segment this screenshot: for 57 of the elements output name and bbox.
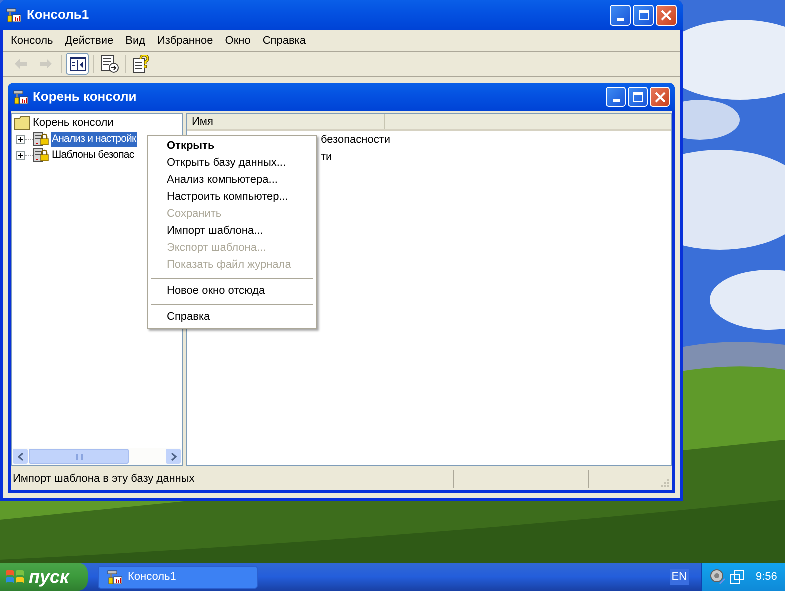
menu-item[interactable]: Действие	[59, 32, 120, 50]
back-arrow-icon	[14, 58, 28, 70]
expand-toggle[interactable]	[16, 134, 25, 144]
console-root-icon	[13, 89, 29, 105]
close-icon	[654, 92, 666, 102]
resize-grip-icon[interactable]	[660, 478, 670, 488]
server-lock-icon	[33, 147, 49, 163]
window-title: Консоль1	[27, 6, 90, 24]
network-icon[interactable]	[729, 569, 745, 585]
context-menu-item[interactable]: Справка	[151, 309, 313, 326]
scroll-right-button[interactable]	[166, 449, 181, 464]
folder-icon	[14, 116, 30, 130]
console-app-icon	[6, 7, 22, 23]
language-indicator[interactable]: EN	[670, 568, 689, 586]
menu-item[interactable]: Справка	[256, 32, 312, 50]
menu-item[interactable]: Консоль	[5, 32, 60, 50]
forward-arrow-icon	[38, 58, 52, 70]
list-export-icon	[100, 55, 118, 73]
list-item[interactable]: безопасности	[321, 132, 671, 149]
maximize-button[interactable]	[628, 87, 648, 107]
chevron-right-icon	[170, 452, 176, 460]
toolbar-button[interactable]	[66, 53, 89, 75]
close-button[interactable]	[650, 87, 670, 107]
console-app-icon	[107, 569, 123, 585]
speaker-icon[interactable]	[710, 569, 726, 585]
toolbar-button[interactable]	[98, 53, 121, 75]
expand-toggle[interactable]	[16, 150, 25, 160]
minimize-button[interactable]	[610, 4, 631, 26]
context-menu-item[interactable]: Анализ компьютера...	[151, 172, 313, 189]
close-button[interactable]	[656, 4, 677, 26]
tree-item[interactable]: Шаблоны безопас	[51, 148, 136, 162]
context-menu-item[interactable]: Импорт шаблона...	[151, 223, 313, 240]
context-menu-item[interactable]: Открыть базу данных...	[151, 155, 313, 172]
list-item[interactable]: ти	[321, 149, 671, 166]
start-button[interactable]: пуск	[0, 563, 88, 591]
context-menu-item[interactable]: Открыть	[151, 138, 313, 155]
scrollbar-thumb[interactable]	[29, 449, 129, 464]
context-menu-item[interactable]: Новое окно отсюда	[151, 283, 313, 300]
panel-icon	[70, 57, 86, 71]
menu-item[interactable]: Окно	[219, 32, 257, 50]
taskbar-button[interactable]: Консоль1	[98, 566, 258, 588]
windows-flag-icon	[5, 568, 25, 586]
tree-item[interactable]: Корень консоли	[33, 114, 114, 132]
chevron-left-icon	[18, 452, 24, 460]
tree-item[interactable]: Анализ и настройк	[51, 132, 138, 146]
horizontal-scrollbar[interactable]	[12, 448, 182, 465]
help-icon	[133, 55, 150, 73]
minimize-button[interactable]	[606, 87, 626, 107]
menu-item[interactable]: Вид	[120, 32, 152, 50]
close-icon	[661, 10, 672, 20]
child-window-title: Корень консоли	[33, 88, 138, 106]
status-bar-text: Импорт шаблона в эту базу данных	[12, 472, 196, 487]
context-menu-item[interactable]: Настроить компьютер...	[151, 189, 313, 206]
menu-item[interactable]: Избранное	[152, 32, 220, 50]
scroll-left-button[interactable]	[13, 449, 28, 464]
server-lock-icon	[33, 131, 49, 147]
maximize-button[interactable]	[633, 4, 654, 26]
